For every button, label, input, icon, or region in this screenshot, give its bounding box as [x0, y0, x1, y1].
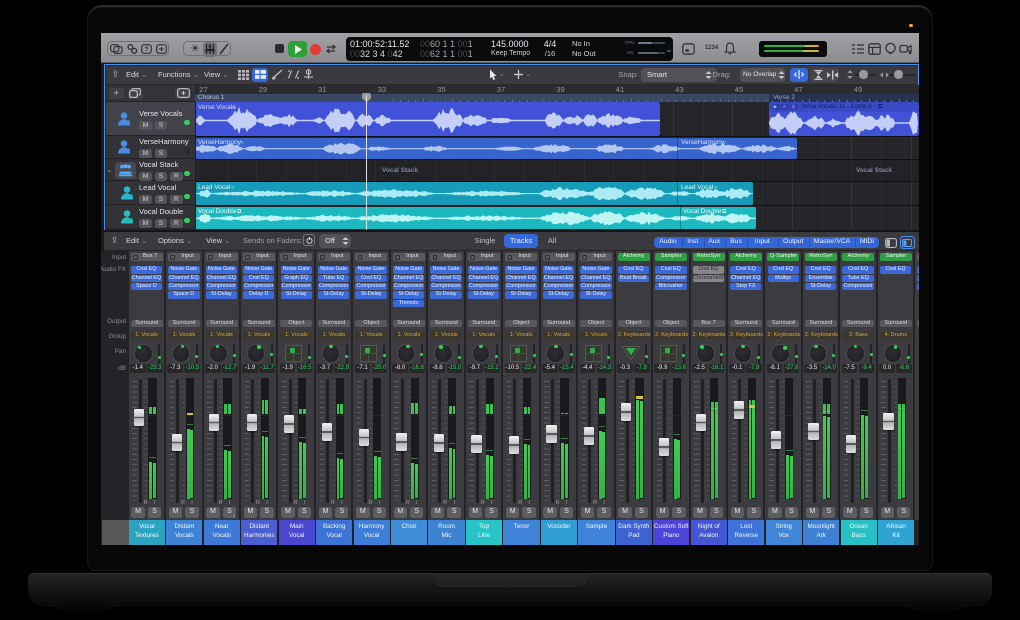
svg-text:?: ?: [145, 46, 149, 53]
